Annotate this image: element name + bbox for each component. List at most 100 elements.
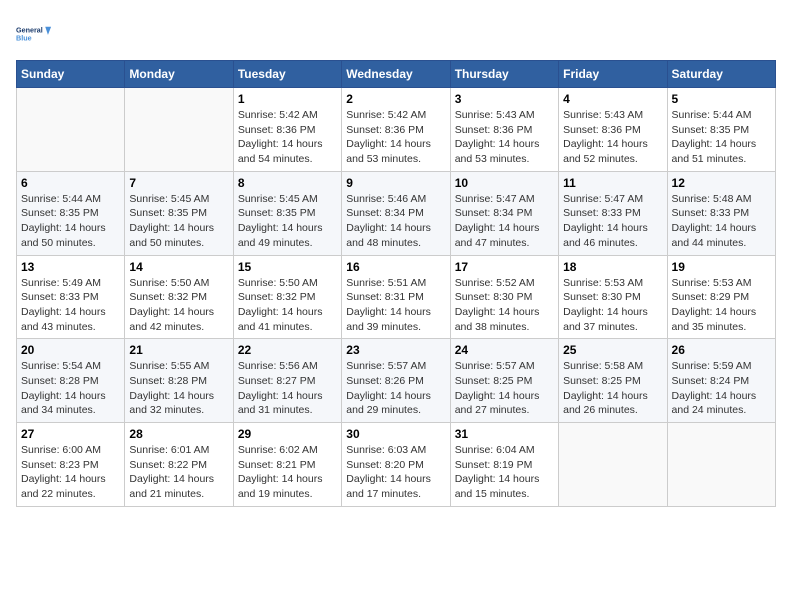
day-info: Sunrise: 5:42 AMSunset: 8:36 PMDaylight:…	[346, 108, 445, 167]
day-number: 19	[672, 260, 771, 274]
calendar-cell: 23Sunrise: 5:57 AMSunset: 8:26 PMDayligh…	[342, 339, 450, 423]
day-number: 28	[129, 427, 228, 441]
calendar-cell	[667, 423, 775, 507]
day-number: 31	[455, 427, 554, 441]
day-number: 29	[238, 427, 337, 441]
calendar-week-4: 20Sunrise: 5:54 AMSunset: 8:28 PMDayligh…	[17, 339, 776, 423]
day-info: Sunrise: 5:55 AMSunset: 8:28 PMDaylight:…	[129, 359, 228, 418]
calendar-cell: 16 Sunrise: 5:51 AMSunset: 8:31 PMDayligh…	[342, 255, 450, 339]
calendar-cell: 5Sunrise: 5:44 AMSunset: 8:35 PMDaylight…	[667, 88, 775, 172]
day-info: Sunrise: 6:02 AMSunset: 8:21 PMDaylight:…	[238, 443, 337, 502]
calendar-cell: 14Sunrise: 5:50 AMSunset: 8:32 PMDayligh…	[125, 255, 233, 339]
day-number: 23	[346, 343, 445, 357]
calendar-week-2: 6 Sunrise: 5:44 AMSunset: 8:35 PMDaylight…	[17, 171, 776, 255]
day-number: 18	[563, 260, 662, 274]
day-number: 21	[129, 343, 228, 357]
calendar-cell: 28Sunrise: 6:01 AMSunset: 8:22 PMDayligh…	[125, 423, 233, 507]
day-info: Sunrise: 6:04 AMSunset: 8:19 PMDaylight:…	[455, 443, 554, 502]
day-info: Sunrise: 6:03 AMSunset: 8:20 PMDaylight:…	[346, 443, 445, 502]
calendar-cell: 4Sunrise: 5:43 AMSunset: 8:36 PMDaylight…	[559, 88, 667, 172]
calendar-cell: 11 Sunrise: 5:47 AMSunset: 8:33 PMDayligh…	[559, 171, 667, 255]
day-info: Sunrise: 5:44 AMSunset: 8:35 PMDaylight:…	[21, 192, 120, 251]
day-number: 9	[346, 176, 445, 190]
calendar-cell: 18 Sunrise: 5:53 AMSunset: 8:30 PMDayligh…	[559, 255, 667, 339]
day-info: Sunrise: 5:43 AMSunset: 8:36 PMDaylight:…	[455, 108, 554, 167]
calendar-cell	[125, 88, 233, 172]
calendar-week-3: 13Sunrise: 5:49 AMSunset: 8:33 PMDayligh…	[17, 255, 776, 339]
calendar-cell: 24 Sunrise: 5:57 AMSunset: 8:25 PMDayligh…	[450, 339, 558, 423]
column-header-tuesday: Tuesday	[233, 61, 341, 88]
day-number: 2	[346, 92, 445, 106]
calendar-cell: 6 Sunrise: 5:44 AMSunset: 8:35 PMDaylight…	[17, 171, 125, 255]
day-info: Sunrise: 5:57 AMSunset: 8:25 PMDaylight:…	[455, 359, 554, 418]
calendar-cell: 15 Sunrise: 5:50 AMSunset: 8:32 PMDayligh…	[233, 255, 341, 339]
calendar-cell	[559, 423, 667, 507]
calendar-cell: 7 Sunrise: 5:45 AMSunset: 8:35 PMDaylight…	[125, 171, 233, 255]
day-number: 30	[346, 427, 445, 441]
calendar-header-row: SundayMondayTuesdayWednesdayThursdayFrid…	[17, 61, 776, 88]
day-info: Sunrise: 6:00 AMSunset: 8:23 PMDaylight:…	[21, 443, 120, 502]
calendar-cell: 8 Sunrise: 5:45 AMSunset: 8:35 PMDaylight…	[233, 171, 341, 255]
day-info: Sunrise: 5:45 AMSunset: 8:35 PMDaylight:…	[238, 192, 337, 251]
calendar-cell: 27Sunrise: 6:00 AMSunset: 8:23 PMDayligh…	[17, 423, 125, 507]
day-number: 15	[238, 260, 337, 274]
calendar-cell: 10 Sunrise: 5:47 AMSunset: 8:34 PMDayligh…	[450, 171, 558, 255]
calendar-cell: 12 Sunrise: 5:48 AMSunset: 8:33 PMDayligh…	[667, 171, 775, 255]
day-info: Sunrise: 5:56 AMSunset: 8:27 PMDaylight:…	[238, 359, 337, 418]
day-info: Sunrise: 5:47 AMSunset: 8:33 PMDaylight:…	[563, 192, 662, 251]
calendar-cell: 25Sunrise: 5:58 AMSunset: 8:25 PMDayligh…	[559, 339, 667, 423]
calendar-cell: 17Sunrise: 5:52 AMSunset: 8:30 PMDayligh…	[450, 255, 558, 339]
day-info: Sunrise: 5:43 AMSunset: 8:36 PMDaylight:…	[563, 108, 662, 167]
day-info: Sunrise: 5:47 AMSunset: 8:34 PMDaylight:…	[455, 192, 554, 251]
calendar-cell: 19 Sunrise: 5:53 AMSunset: 8:29 PMDayligh…	[667, 255, 775, 339]
column-header-monday: Monday	[125, 61, 233, 88]
day-number: 10	[455, 176, 554, 190]
day-number: 3	[455, 92, 554, 106]
day-number: 8	[238, 176, 337, 190]
calendar-cell: 29 Sunrise: 6:02 AMSunset: 8:21 PMDayligh…	[233, 423, 341, 507]
day-info: Sunrise: 5:51 AMSunset: 8:31 PMDaylight:…	[346, 276, 445, 335]
day-number: 7	[129, 176, 228, 190]
day-number: 1	[238, 92, 337, 106]
day-number: 6	[21, 176, 120, 190]
calendar-table: SundayMondayTuesdayWednesdayThursdayFrid…	[16, 60, 776, 507]
day-info: Sunrise: 5:50 AMSunset: 8:32 PMDaylight:…	[238, 276, 337, 335]
day-number: 24	[455, 343, 554, 357]
logo: GeneralBlue	[16, 16, 52, 52]
day-number: 5	[672, 92, 771, 106]
day-info: Sunrise: 5:45 AMSunset: 8:35 PMDaylight:…	[129, 192, 228, 251]
day-info: Sunrise: 5:49 AMSunset: 8:33 PMDaylight:…	[21, 276, 120, 335]
column-header-wednesday: Wednesday	[342, 61, 450, 88]
calendar-cell: 20Sunrise: 5:54 AMSunset: 8:28 PMDayligh…	[17, 339, 125, 423]
calendar-cell: 26Sunrise: 5:59 AMSunset: 8:24 PMDayligh…	[667, 339, 775, 423]
svg-text:Blue: Blue	[16, 33, 32, 42]
day-info: Sunrise: 5:53 AMSunset: 8:30 PMDaylight:…	[563, 276, 662, 335]
day-number: 12	[672, 176, 771, 190]
calendar-cell: 21 Sunrise: 5:55 AMSunset: 8:28 PMDayligh…	[125, 339, 233, 423]
calendar-cell: 1Sunrise: 5:42 AMSunset: 8:36 PMDaylight…	[233, 88, 341, 172]
calendar-week-1: 1 Sunrise: 5:42 AMSunset: 8:36 PMDaylight…	[17, 88, 776, 172]
day-number: 11	[563, 176, 662, 190]
column-header-sunday: Sunday	[17, 61, 125, 88]
day-info: Sunrise: 5:54 AMSunset: 8:28 PMDaylight:…	[21, 359, 120, 418]
calendar-cell: 31 Sunrise: 6:04 AMSunset: 8:19 PMDayligh…	[450, 423, 558, 507]
calendar-cell: 3 Sunrise: 5:43 AMSunset: 8:36 PMDaylight…	[450, 88, 558, 172]
calendar-cell: 2 Sunrise: 5:42 AMSunset: 8:36 PMDaylight…	[342, 88, 450, 172]
calendar-cell: 30 Sunrise: 6:03 AMSunset: 8:20 PMDayligh…	[342, 423, 450, 507]
calendar-cell	[17, 88, 125, 172]
column-header-friday: Friday	[559, 61, 667, 88]
day-number: 16	[346, 260, 445, 274]
calendar-body: 1 Sunrise: 5:42 AMSunset: 8:36 PMDaylight…	[17, 88, 776, 507]
calendar-cell: 9 Sunrise: 5:46 AMSunset: 8:34 PMDaylight…	[342, 171, 450, 255]
calendar-cell: 13Sunrise: 5:49 AMSunset: 8:33 PMDayligh…	[17, 255, 125, 339]
day-number: 17	[455, 260, 554, 274]
day-number: 14	[129, 260, 228, 274]
calendar-cell: 22 Sunrise: 5:56 AMSunset: 8:27 PMDayligh…	[233, 339, 341, 423]
day-info: Sunrise: 5:48 AMSunset: 8:33 PMDaylight:…	[672, 192, 771, 251]
logo-icon: GeneralBlue	[16, 16, 52, 52]
day-info: Sunrise: 5:46 AMSunset: 8:34 PMDaylight:…	[346, 192, 445, 251]
day-number: 22	[238, 343, 337, 357]
page-header: GeneralBlue	[16, 16, 776, 52]
day-info: Sunrise: 5:58 AMSunset: 8:25 PMDaylight:…	[563, 359, 662, 418]
day-info: Sunrise: 5:53 AMSunset: 8:29 PMDaylight:…	[672, 276, 771, 335]
